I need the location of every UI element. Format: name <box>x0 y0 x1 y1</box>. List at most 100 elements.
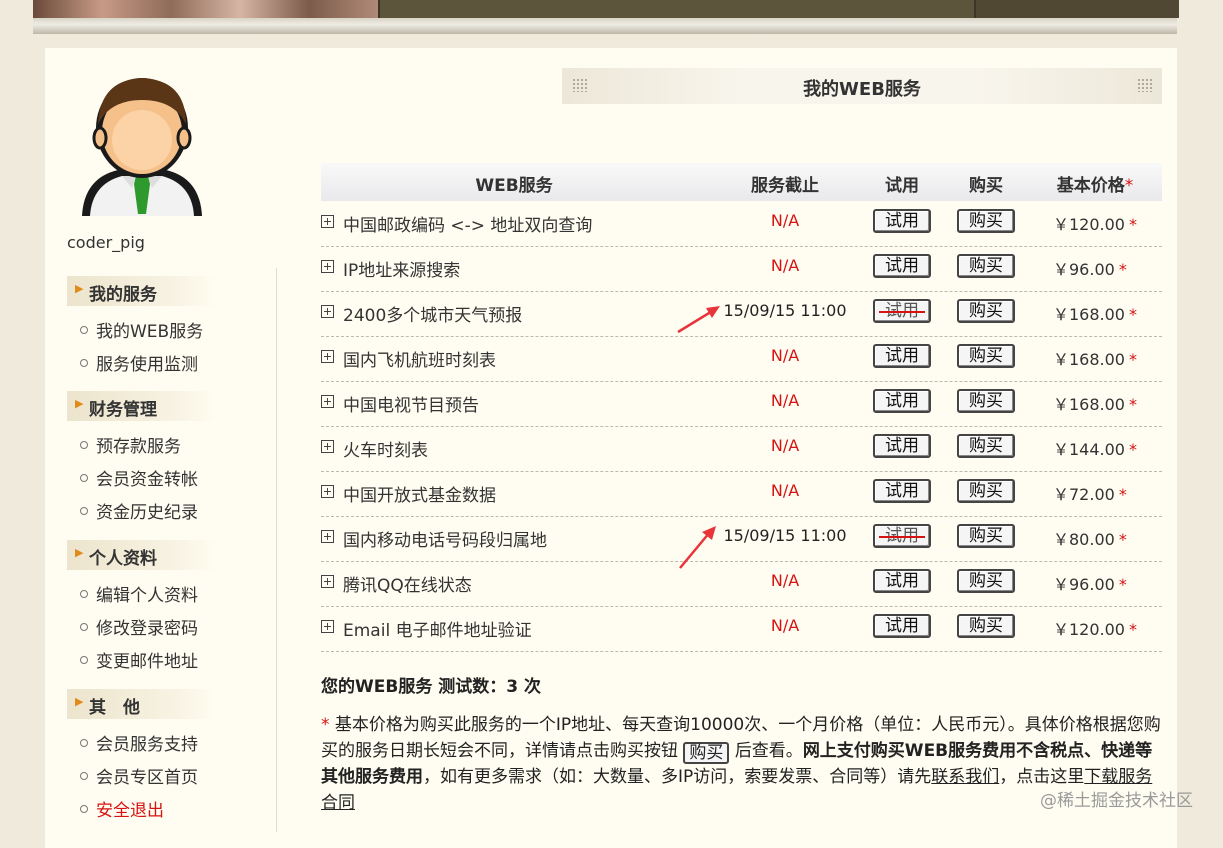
column-header-deadline: 服务截止 <box>751 176 819 196</box>
deadline-value: N/A <box>770 211 800 230</box>
price-value: ￥96.00 * <box>1053 575 1127 594</box>
expand-plus-icon[interactable] <box>321 350 334 363</box>
bullet-icon <box>80 326 88 334</box>
sidebar-item-member-support[interactable]: 会员服务支持 <box>80 730 198 755</box>
trial-button[interactable]: 试用 <box>873 479 931 503</box>
service-name[interactable]: 中国开放式基金数据 <box>343 481 496 506</box>
price-value: ￥96.00 * <box>1053 260 1127 279</box>
trial-button-used[interactable]: 试用 <box>873 299 931 323</box>
bullet-icon <box>80 441 88 449</box>
buy-button[interactable]: 购买 <box>957 479 1015 503</box>
top-banner <box>33 0 1179 18</box>
deadline-value: N/A <box>770 391 800 410</box>
sidebar-section-my-services: ▶ 我的服务 <box>67 276 217 306</box>
deadline-value: N/A <box>770 256 800 275</box>
buy-button[interactable]: 购买 <box>957 524 1015 548</box>
deadline-value: N/A <box>770 616 800 635</box>
sidebar-item-fund-transfer[interactable]: 会员资金转帐 <box>80 465 198 490</box>
sidebar-item-member-home[interactable]: 会员专区首页 <box>80 763 198 788</box>
expand-plus-icon[interactable] <box>321 575 334 588</box>
buy-button[interactable]: 购买 <box>957 254 1015 278</box>
trial-button[interactable]: 试用 <box>873 569 931 593</box>
price-value: ￥144.00 * <box>1053 440 1137 459</box>
banner-photo <box>33 0 378 18</box>
annotation-arrow-icon <box>677 306 720 334</box>
buy-button[interactable]: 购买 <box>957 389 1015 413</box>
service-name[interactable]: 国内飞机航班时刻表 <box>343 346 496 371</box>
trial-count: 您的WEB服务 测试数：3 次 <box>321 677 541 697</box>
contact-us-link[interactable]: 联系我们 <box>931 767 999 787</box>
sidebar-item-edit-profile[interactable]: 编辑个人资料 <box>80 581 198 606</box>
buy-button[interactable]: 购买 <box>957 299 1015 323</box>
deadline-value: 15/09/15 11:00 <box>723 526 847 545</box>
bullet-icon <box>80 623 88 631</box>
bullet-icon <box>80 739 88 747</box>
sidebar-item-logout[interactable]: 安全退出 <box>80 796 164 821</box>
watermark: @稀土掘金技术社区 <box>1040 791 1193 811</box>
service-name[interactable]: IP地址来源搜索 <box>343 256 460 281</box>
service-name[interactable]: Email 电子邮件地址验证 <box>343 616 532 641</box>
deadline-value: N/A <box>770 481 800 500</box>
sidebar-item-fund-history[interactable]: 资金历史纪录 <box>80 498 198 523</box>
chevron-right-icon: ▶ <box>75 397 84 410</box>
strikethrough <box>879 311 925 313</box>
trial-button[interactable]: 试用 <box>873 254 931 278</box>
buy-button-inline[interactable]: 购买 <box>683 742 730 764</box>
service-name[interactable]: 中国电视节目预告 <box>343 391 479 416</box>
table-row: 中国电视节目预告 N/A 试用 购买 ￥168.00 * <box>321 381 1162 427</box>
column-header-trial: 试用 <box>885 176 919 196</box>
annotation-arrow-icon <box>679 526 716 569</box>
price-value: ￥168.00 * <box>1053 395 1137 414</box>
expand-plus-icon[interactable] <box>321 215 334 228</box>
sidebar-item-change-email[interactable]: 变更邮件地址 <box>80 647 198 672</box>
expand-plus-icon[interactable] <box>321 485 334 498</box>
trial-button[interactable]: 试用 <box>873 389 931 413</box>
expand-plus-icon[interactable] <box>321 305 334 318</box>
service-name[interactable]: 火车时刻表 <box>343 436 428 461</box>
buy-button[interactable]: 购买 <box>957 614 1015 638</box>
bullet-icon <box>80 474 88 482</box>
service-name[interactable]: 国内移动电话号码段归属地 <box>343 526 547 551</box>
table-row: 腾讯QQ在线状态 N/A 试用 购买 ￥96.00 * <box>321 561 1162 607</box>
trial-button[interactable]: 试用 <box>873 344 931 368</box>
column-header-service: WEB服务 <box>475 176 553 196</box>
table-header: WEB服务 服务截止 试用 购买 基本价格* <box>321 163 1162 201</box>
buy-button[interactable]: 购买 <box>957 569 1015 593</box>
buy-button[interactable]: 购买 <box>957 209 1015 233</box>
expand-plus-icon[interactable] <box>321 395 334 408</box>
bullet-icon <box>80 772 88 780</box>
sidebar-item-usage-monitor[interactable]: 服务使用监测 <box>80 350 198 375</box>
sidebar-item-prepaid[interactable]: 预存款服务 <box>80 432 181 457</box>
deadline-value: N/A <box>770 571 800 590</box>
service-name[interactable]: 中国邮政编码 <-> 地址双向查询 <box>343 211 592 236</box>
bullet-icon <box>80 590 88 598</box>
deadline-value: 15/09/15 11:00 <box>723 301 847 320</box>
table-row: 火车时刻表 N/A 试用 购买 ￥144.00 * <box>321 426 1162 472</box>
table-row: 国内移动电话号码段归属地 15/09/15 11:00 试用 购买 ￥80.00… <box>321 516 1162 562</box>
sidebar-item-change-password[interactable]: 修改登录密码 <box>80 614 198 639</box>
expand-plus-icon[interactable] <box>321 260 334 273</box>
deadline-value: N/A <box>770 346 800 365</box>
page-header: 我的WEB服务 <box>562 68 1162 104</box>
bullet-icon <box>80 656 88 664</box>
buy-button[interactable]: 购买 <box>957 434 1015 458</box>
price-value: ￥120.00 * <box>1053 620 1137 639</box>
trial-button[interactable]: 试用 <box>873 614 931 638</box>
chevron-right-icon: ▶ <box>75 546 84 559</box>
table-row: Email 电子邮件地址验证 N/A 试用 购买 ￥120.00 * <box>321 606 1162 652</box>
bullet-icon <box>80 359 88 367</box>
username: coder_pig <box>67 233 145 252</box>
expand-plus-icon[interactable] <box>321 440 334 453</box>
price-value: ￥120.00 * <box>1053 215 1137 234</box>
service-name[interactable]: 腾讯QQ在线状态 <box>343 571 472 596</box>
trial-button[interactable]: 试用 <box>873 209 931 233</box>
sidebar-divider <box>276 268 277 832</box>
expand-plus-icon[interactable] <box>321 530 334 543</box>
expand-plus-icon[interactable] <box>321 620 334 633</box>
buy-button[interactable]: 购买 <box>957 344 1015 368</box>
banner-band <box>33 18 1177 34</box>
trial-button-used[interactable]: 试用 <box>873 524 931 548</box>
trial-button[interactable]: 试用 <box>873 434 931 458</box>
service-name[interactable]: 2400多个城市天气预报 <box>343 301 522 326</box>
sidebar-item-my-web-services[interactable]: 我的WEB服务 <box>80 317 203 342</box>
